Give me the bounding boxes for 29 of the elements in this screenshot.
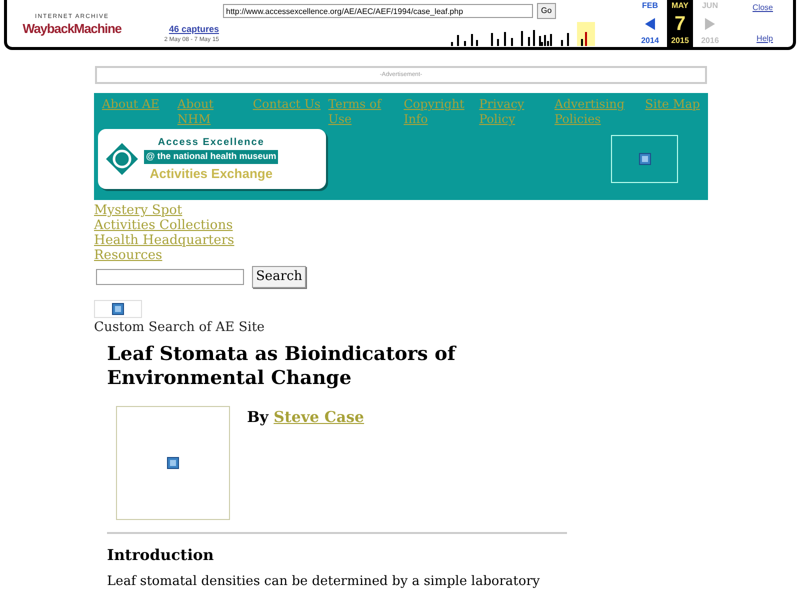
logo-title: Access Excellence xyxy=(158,136,264,150)
paragraph: Leaf stomatal densities can be determined by a simple laboratory xyxy=(107,573,541,591)
month[interactable]: FEB 2014 xyxy=(637,0,663,47)
menu-link[interactable]: Mystery Spot xyxy=(94,203,182,218)
url-field[interactable]: http://www.accessexcellence.org/AE/AEC/AEF/1994/case_leaf.php xyxy=(223,4,533,18)
logo-subtitle: @ the national health museum xyxy=(144,150,278,164)
help-link[interactable]: Help xyxy=(756,33,773,45)
previous-arrow-icon xyxy=(644,18,656,30)
captures-link[interactable]: 46 captures xyxy=(168,22,219,36)
article-title: Leaf Stomata as Bioindicators of Environmental Change xyxy=(107,342,458,390)
byline: By xyxy=(247,408,268,426)
logo-heading: Activities Exchange xyxy=(150,164,273,183)
menu-link[interactable]: Resources xyxy=(94,248,162,263)
author-link[interactable]: Steve Case xyxy=(274,408,364,426)
logo-icon xyxy=(104,141,140,177)
selected-month[interactable]: MAY 7 2015 xyxy=(667,0,693,47)
custom-search-label: Custom Search of AE Site xyxy=(94,319,266,337)
search-button[interactable]: Search xyxy=(252,266,306,288)
next-arrow-icon xyxy=(704,18,716,30)
go-button[interactable]: Go xyxy=(537,3,556,19)
broken-image-icon xyxy=(167,456,179,468)
section-heading: Introduction xyxy=(107,544,215,566)
logo-wordmark: WaybackMachine xyxy=(22,22,122,34)
broken-image-icon xyxy=(638,153,650,165)
close-link[interactable]: Close xyxy=(752,2,773,14)
menu-link[interactable]: Activities Collections xyxy=(94,218,233,233)
broken-image-icon xyxy=(112,303,124,315)
search-field[interactable] xyxy=(96,269,244,285)
menu-link[interactable]: Health Headquarters xyxy=(94,233,234,248)
